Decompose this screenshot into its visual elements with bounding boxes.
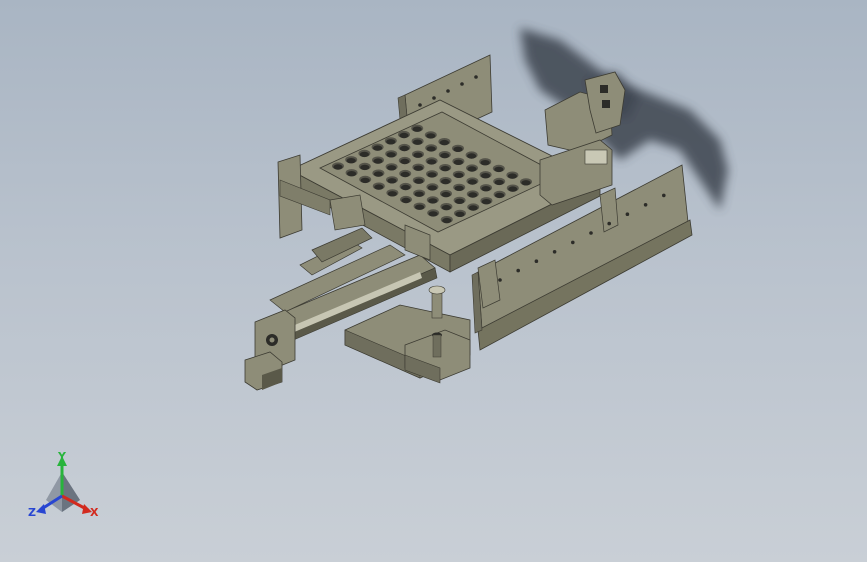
tray-hole [453,146,463,152]
bolt-hole [643,203,648,207]
tray-hole [467,179,477,185]
tray-hole [360,177,370,184]
tray-hole [427,159,437,165]
tray-hole [508,186,518,192]
tray-hole [454,172,464,178]
tray-hole [333,164,343,170]
bolt-hole [460,82,464,86]
tray-hole [387,178,397,184]
tray-hole [481,173,491,179]
tray-hole [495,192,505,199]
bolt-hole [552,250,557,254]
bolt-hole [571,240,575,245]
tray-hole [441,178,451,185]
tray-hole [359,151,369,158]
view-triad[interactable]: Y X Z [28,450,99,519]
tray-hole [413,139,423,145]
tray-hole [373,158,383,164]
tray-hole [386,139,396,145]
tray-hole [387,165,397,171]
tray-hole [414,191,424,197]
tray-hole [399,145,409,152]
tray-hole [439,139,449,146]
bolt-hole [446,89,450,93]
tray-hole [414,178,424,184]
tray-hole [373,145,383,151]
model-scene[interactable]: Y X Z [0,0,867,562]
bolt-hole [625,212,630,216]
tray-hole [426,146,436,152]
tray-hole [440,165,450,172]
tray-hole [468,192,478,198]
tray-hole [441,204,451,211]
tray-hole [400,158,410,165]
z-axis-label: Z [28,506,36,519]
tray-hole [428,211,438,217]
tray-hole [400,171,410,178]
tray-hole [440,152,450,159]
tray-hole [507,173,517,179]
tray-hole [467,153,477,159]
tray-hole [427,172,437,178]
bolt-hole [474,75,478,79]
tray-hole [347,171,357,177]
tray-hole [413,152,423,158]
actuator-end-block[interactable] [244,309,296,391]
tray-hole [467,166,477,172]
tray-hole [494,179,504,186]
tray-hole [442,217,452,224]
tray-hole [401,197,411,204]
bolt-hole [589,231,593,235]
tray-hole [373,171,383,177]
tray-hole [428,198,438,204]
bolt-hole [607,221,611,226]
tray-hole [427,185,437,191]
bolt-hole [516,268,520,273]
y-axis-label: Y [57,450,67,463]
tray-hole [387,191,397,197]
tray-hole [399,132,409,139]
tray-hole [374,184,384,190]
bolt-hole [534,259,539,264]
tray-hole [454,185,464,191]
bolt-hole [432,96,436,100]
cad-viewport[interactable]: Y X Z [0,0,867,562]
tray-hole [412,126,422,132]
tray-hole [494,166,504,173]
bolt-hole [498,278,502,282]
tray-hole [426,133,436,139]
tray-hole [453,159,463,165]
tray-hole [360,164,370,171]
tray-hole [386,152,396,158]
bolt-hole [662,193,666,198]
tray-hole [455,198,465,204]
tray-hole [481,199,491,205]
tray-hole [480,160,490,166]
tray-hole [468,205,478,211]
tray-hole [346,158,356,164]
x-axis-label: X [90,506,99,519]
tray-hole [441,191,451,198]
tray-hole [413,165,423,171]
bolt-hole [418,103,422,107]
tray-hole [455,211,465,217]
tray-hole [521,180,531,186]
tray-hole [401,184,411,191]
tray-hole [481,186,491,192]
tray-hole [415,204,425,210]
